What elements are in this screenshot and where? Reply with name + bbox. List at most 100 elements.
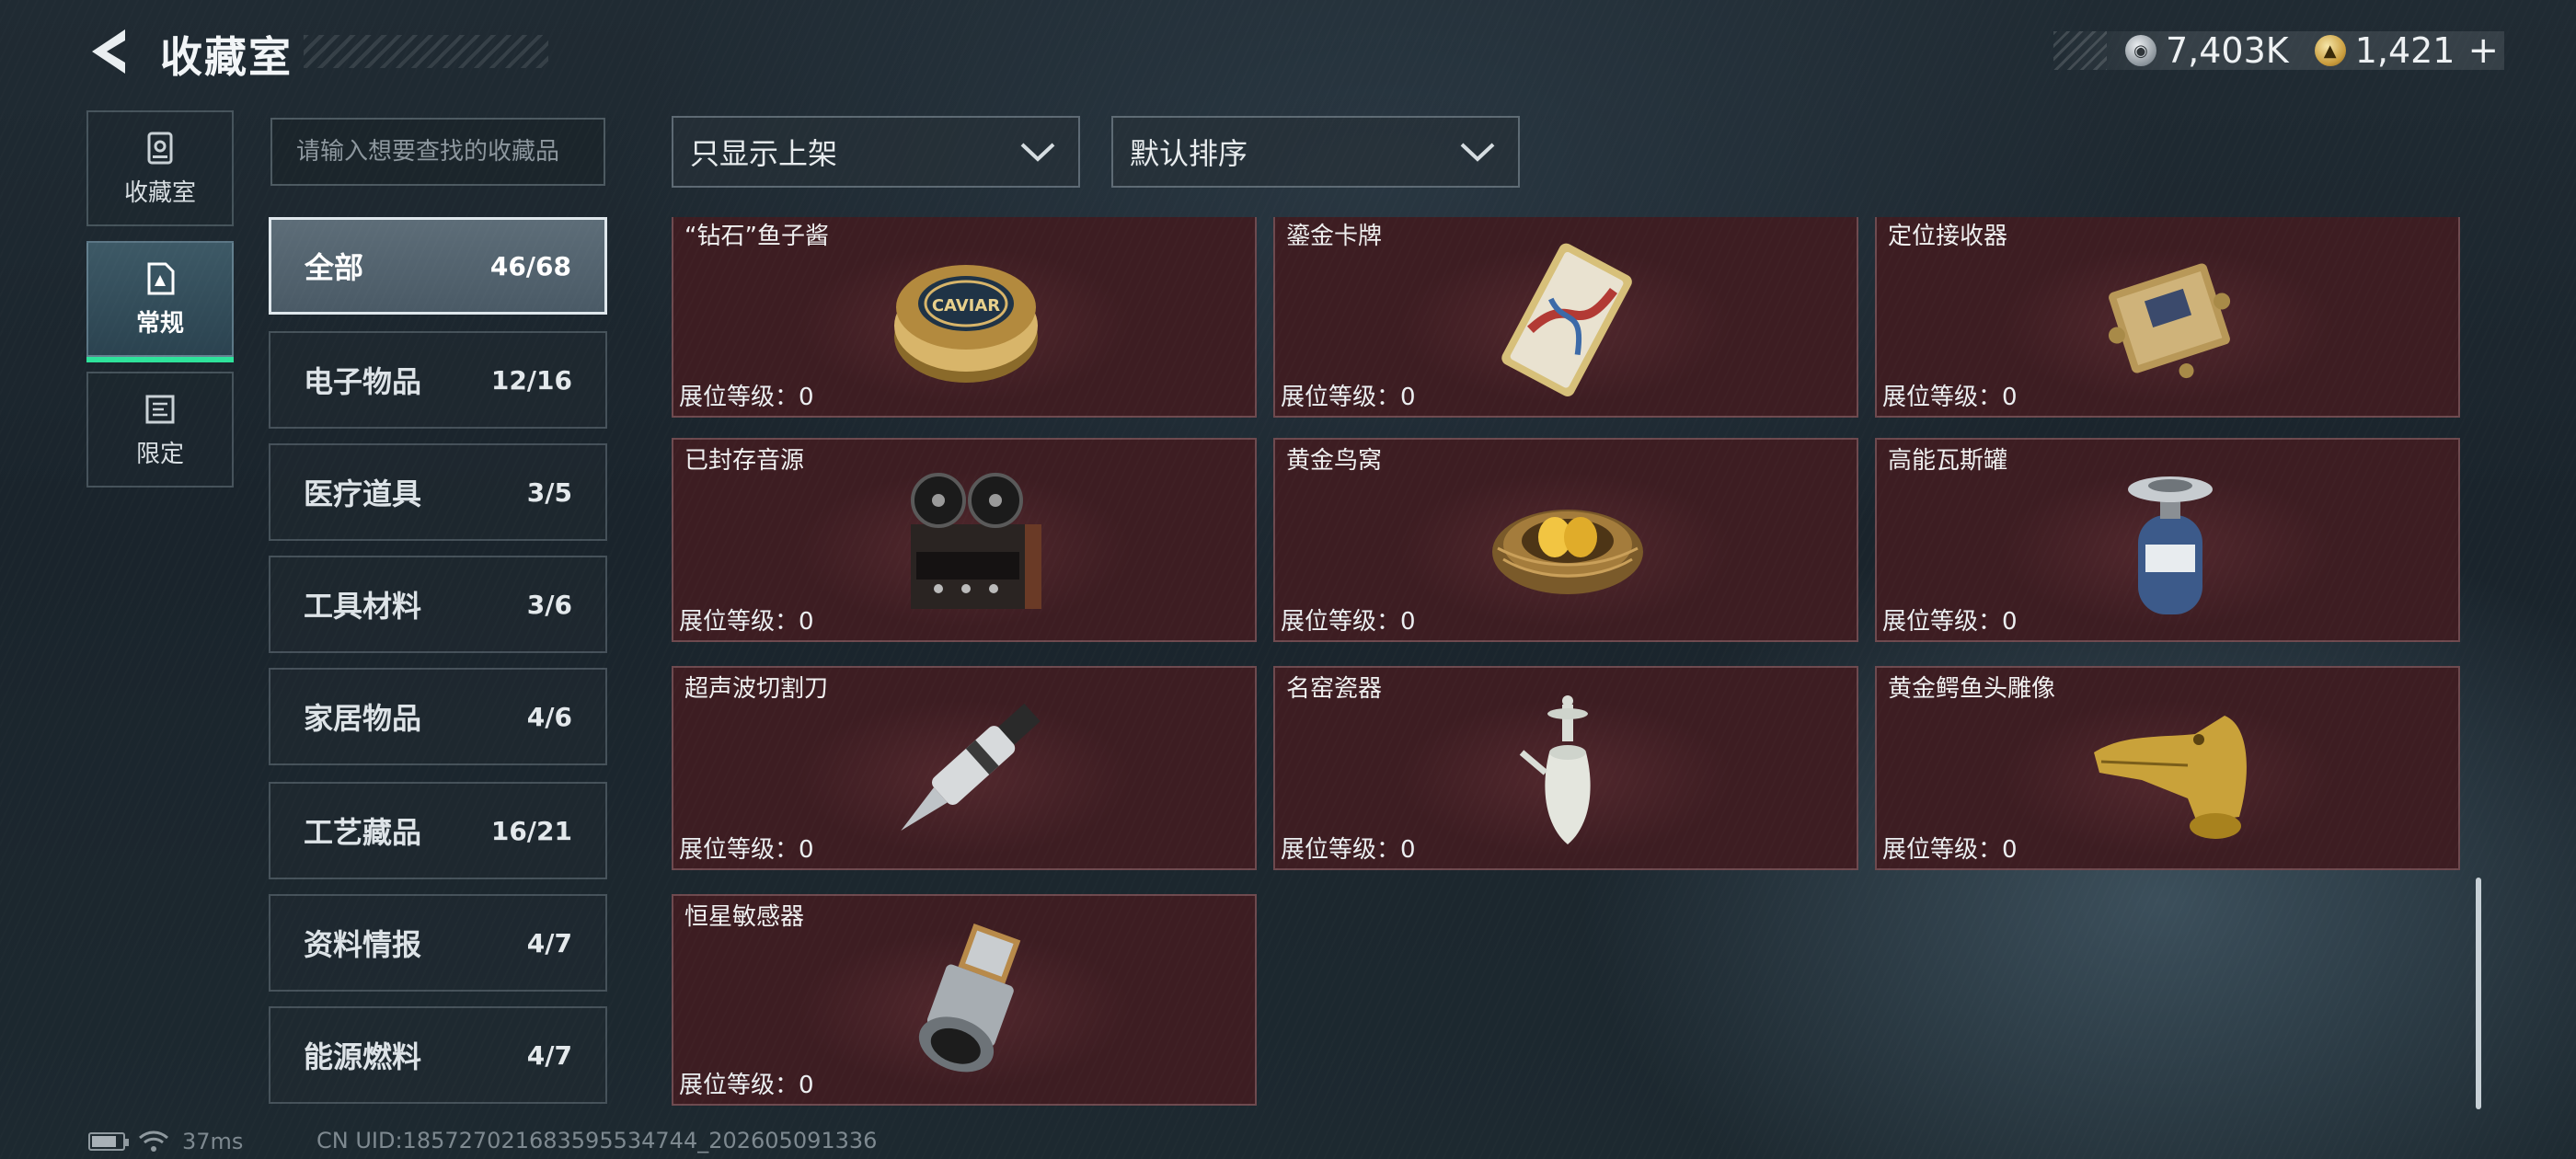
item-name: “钻石”鱼子酱 (684, 223, 829, 250)
item-display-level: 展位等级：0 (1882, 384, 2018, 411)
user-uid: CN UID:185727021683595534744_20260509133… (316, 1128, 878, 1153)
item-name: 黄金鸟窝 (1286, 447, 1383, 475)
battery-icon (88, 1132, 129, 1151)
search-box (270, 118, 605, 186)
reel-recorder-icon (911, 473, 1041, 609)
silver-currency-value: 7,403K (2165, 30, 2289, 71)
back-arrow-icon[interactable] (85, 24, 140, 79)
item-card[interactable]: 黄金鸟窝 展位等级：0 (1273, 438, 1858, 642)
item-name: 高能瓦斯罐 (1888, 447, 2008, 475)
sort-dropdown[interactable]: 默认排序 (1111, 116, 1520, 188)
category-name: 医疗道具 (304, 476, 422, 511)
currency-bar: ◉ 7,403K ▲ 1,421 + (2053, 29, 2504, 72)
category-count: 3/6 (526, 589, 572, 620)
search-input[interactable] (296, 138, 580, 166)
item-name: 恒星敏感器 (684, 903, 805, 931)
dropdown-label: 只显示上架 (690, 136, 838, 171)
ping-value: 37ms (182, 1129, 244, 1154)
item-card[interactable]: 已封存音源 展位等级：0 (672, 438, 1257, 642)
category-name: 资料情报 (304, 927, 422, 962)
item-display-level: 展位等级：0 (1882, 608, 2018, 636)
item-display-level: 展位等级：0 (679, 608, 814, 636)
dropdown-label: 默认排序 (1130, 136, 1248, 171)
category-tools[interactable]: 工具材料 3/6 (269, 556, 607, 653)
chevron-down-icon (1020, 143, 1055, 162)
item-name: 已封存音源 (684, 447, 805, 475)
category-crafts[interactable]: 工艺藏品 16/21 (269, 782, 607, 879)
title-decoration (304, 35, 548, 68)
category-name: 工艺藏品 (304, 815, 422, 850)
item-name: 黄金鳄鱼头雕像 (1888, 675, 2056, 703)
item-display-level: 展位等级：0 (679, 384, 814, 411)
item-name: 名窑瓷器 (1286, 675, 1383, 703)
locator-receiver-icon (2108, 263, 2231, 379)
gold-crocodile-statue-icon (2094, 716, 2247, 839)
porcelain-ewer-icon (1519, 695, 1591, 844)
header-bar: 收藏室 ◉ 7,403K ▲ 1,421 + (0, 0, 2576, 107)
gold-currency-value: 1,421 (2354, 30, 2455, 71)
category-count: 4/7 (526, 927, 572, 958)
wifi-icon (139, 1130, 168, 1152)
item-card[interactable]: “钻石”鱼子酱 CAVIAR 展位等级：0 (672, 217, 1257, 418)
category-electronics[interactable]: 电子物品 12/16 (269, 331, 607, 429)
category-intel[interactable]: 资料情报 4/7 (269, 894, 607, 992)
category-count: 46/68 (489, 250, 571, 281)
document-icon (147, 262, 175, 294)
scroll-icon (145, 395, 175, 423)
item-display-level: 展位等级：0 (679, 1072, 814, 1099)
nav-tab-collection-room[interactable]: 收藏室 (86, 110, 234, 226)
item-name: 鎏金卡牌 (1286, 223, 1383, 250)
active-tab-indicator (86, 357, 234, 362)
item-display-level: 展位等级：0 (1281, 384, 1416, 411)
page-title: 收藏室 (160, 32, 293, 82)
nav-tab-regular[interactable]: 常规 (86, 241, 234, 362)
category-count: 12/16 (490, 364, 572, 396)
svg-text:CAVIAR: CAVIAR (932, 296, 1000, 316)
gilded-card-icon (1501, 243, 1632, 396)
category-count: 4/6 (526, 701, 572, 732)
item-name: 超声波切割刀 (684, 675, 829, 703)
gas-canister-icon (2128, 476, 2213, 614)
item-display-level: 展位等级：0 (1882, 836, 2018, 864)
listing-filter-dropdown[interactable]: 只显示上架 (672, 116, 1080, 188)
category-name: 工具材料 (304, 589, 422, 624)
category-name: 电子物品 (304, 364, 422, 399)
vault-icon (147, 132, 173, 164)
nav-tab-limited[interactable]: 限定 (86, 372, 234, 488)
item-card[interactable]: 恒星敏感器 展位等级：0 (672, 894, 1257, 1106)
item-display-level: 展位等级：0 (1281, 836, 1416, 864)
category-all[interactable]: 全部 46/68 (269, 217, 607, 315)
item-card[interactable]: 名窑瓷器 展位等级：0 (1273, 666, 1858, 870)
category-energy[interactable]: 能源燃料 4/7 (269, 1006, 607, 1104)
category-name: 全部 (305, 250, 364, 285)
item-card[interactable]: 超声波切割刀 展位等级：0 (672, 666, 1257, 870)
item-display-level: 展位等级：0 (679, 836, 814, 864)
category-household[interactable]: 家居物品 4/6 (269, 668, 607, 765)
currency-decoration (2053, 31, 2107, 70)
nav-tab-label: 限定 (135, 440, 184, 468)
caviar-tin-icon: CAVIAR (894, 265, 1038, 383)
chevron-down-icon (1460, 143, 1495, 162)
nav-tab-label: 收藏室 (123, 178, 196, 207)
category-medical[interactable]: 医疗道具 3/5 (269, 443, 607, 541)
item-card[interactable]: 鎏金卡牌 展位等级：0 (1273, 217, 1858, 418)
item-card[interactable]: 定位接收器 展位等级：0 (1875, 217, 2460, 418)
category-name: 能源燃料 (304, 1039, 422, 1074)
status-bar: 37ms (88, 1128, 243, 1155)
item-grid[interactable]: “钻石”鱼子酱 CAVIAR 展位等级：0 鎏金卡牌 展位等级：0 定位接收器 (670, 217, 2464, 1109)
grid-scrollbar[interactable] (2476, 878, 2481, 1109)
item-card[interactable]: 黄金鳄鱼头雕像 展位等级：0 (1875, 666, 2460, 870)
star-sensor-icon (918, 923, 1021, 1073)
silver-coin-icon: ◉ (2124, 35, 2156, 66)
category-count: 16/21 (490, 815, 572, 846)
category-count: 3/5 (526, 476, 572, 508)
item-display-level: 展位等级：0 (1281, 608, 1416, 636)
nav-tab-label: 常规 (135, 309, 184, 338)
item-name: 定位接收器 (1888, 223, 2008, 250)
category-name: 家居物品 (304, 701, 422, 736)
item-card[interactable]: 高能瓦斯罐 展位等级：0 (1875, 438, 2460, 642)
gold-coin-icon: ▲ (2314, 35, 2346, 66)
add-currency-button[interactable]: + (2467, 29, 2499, 72)
category-count: 4/7 (526, 1039, 572, 1071)
golden-nest-icon (1492, 510, 1643, 594)
